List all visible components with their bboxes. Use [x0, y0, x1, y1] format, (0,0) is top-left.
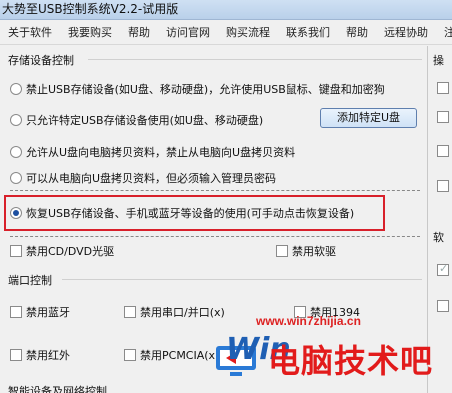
- smart-section-title: 智能设备及网络控制: [8, 385, 107, 393]
- title-bar[interactable]: 大势至USB控制系统V2.2-试用版: [0, 0, 452, 20]
- dashed-separator: [10, 190, 420, 191]
- cd-dvd-label: 禁用CD/DVD光驱: [26, 245, 115, 258]
- menu-contact[interactable]: 联系我们: [284, 22, 338, 42]
- checkbox[interactable]: [10, 245, 22, 257]
- storage-group-line: [88, 59, 422, 60]
- option-label: 恢复USB存储设备、手机或蓝牙等设备的使用(可手动点击恢复设备): [26, 207, 355, 220]
- option-label: 可以从电脑向U盘拷贝资料，但必须输入管理员密码: [26, 172, 277, 185]
- watermark-url: www.win7zhijia.cn: [256, 314, 361, 328]
- option-label: 允许从U盘向电脑拷贝资料，禁止从电脑向U盘拷贝资料: [26, 146, 296, 159]
- floppy-checkbox[interactable]: 禁用软驱: [276, 243, 336, 259]
- infrared-label: 禁用红外: [26, 349, 70, 362]
- storage-section-title: 存储设备控制: [8, 54, 74, 67]
- serial-label: 禁用串口/并口(x): [140, 306, 225, 319]
- add-usb-button[interactable]: 添加特定U盘: [320, 108, 417, 128]
- radio-button-selected[interactable]: [10, 207, 22, 219]
- infrared-checkbox[interactable]: 禁用红外: [10, 347, 70, 363]
- right-checkbox[interactable]: [437, 145, 449, 157]
- menu-purchase-process[interactable]: 购买流程: [224, 22, 278, 42]
- watermark-brand-text: 电脑技术吧: [268, 342, 434, 380]
- right-checkbox[interactable]: [437, 82, 449, 94]
- cd-dvd-checkbox[interactable]: 禁用CD/DVD光驱: [10, 243, 114, 259]
- radio-button[interactable]: [10, 146, 22, 158]
- storage-option-3[interactable]: 允许从U盘向电脑拷贝资料，禁止从电脑向U盘拷贝资料: [10, 144, 295, 160]
- dashed-separator: [10, 236, 420, 237]
- checkbox[interactable]: [10, 306, 22, 318]
- storage-option-1[interactable]: 禁止USB存储设备(如U盘、移动硬盘)，允许使用USB鼠标、键盘和加密狗: [10, 81, 385, 97]
- serial-checkbox[interactable]: 禁用串口/并口(x): [124, 304, 225, 320]
- menu-buy[interactable]: 我要购买: [66, 22, 120, 42]
- storage-option-5[interactable]: 恢复USB存储设备、手机或蓝牙等设备的使用(可手动点击恢复设备): [10, 205, 354, 221]
- menu-remote[interactable]: 远程协助: [382, 22, 436, 42]
- pcmcia-label: 禁用PCMCIA(x): [140, 349, 220, 362]
- radio-button[interactable]: [10, 83, 22, 95]
- menu-help-2[interactable]: 帮助: [344, 22, 376, 42]
- right-checkbox[interactable]: [437, 180, 449, 192]
- bluetooth-label: 禁用蓝牙: [26, 306, 70, 319]
- menu-register[interactable]: 注册: [442, 22, 452, 42]
- radio-button[interactable]: [10, 114, 22, 126]
- checkbox[interactable]: [124, 349, 136, 361]
- menu-bar: 关于软件 我要购买 帮助 访问官网 购买流程 联系我们 帮助 远程协助 注册: [0, 20, 452, 45]
- menu-about[interactable]: 关于软件: [6, 22, 60, 42]
- storage-option-4[interactable]: 可以从电脑向U盘拷贝资料，但必须输入管理员密码: [10, 170, 276, 186]
- bluetooth-checkbox[interactable]: 禁用蓝牙: [10, 304, 70, 320]
- storage-option-2[interactable]: 只允许特定USB存储设备使用(如U盘、移动硬盘): [10, 112, 263, 128]
- option-label: 禁止USB存储设备(如U盘、移动硬盘)，允许使用USB鼠标、键盘和加密狗: [26, 83, 385, 96]
- menu-website[interactable]: 访问官网: [164, 22, 218, 42]
- checkbox[interactable]: [276, 245, 288, 257]
- right-soft-label: 软: [433, 231, 444, 244]
- pcmcia-checkbox[interactable]: 禁用PCMCIA(x): [124, 347, 219, 363]
- floppy-label: 禁用软驱: [292, 245, 336, 258]
- checkbox[interactable]: [10, 349, 22, 361]
- port-section-title: 端口控制: [8, 274, 52, 287]
- right-ops-label: 操: [433, 54, 444, 67]
- checkbox[interactable]: [124, 306, 136, 318]
- right-checkbox[interactable]: [437, 111, 449, 123]
- menu-help[interactable]: 帮助: [126, 22, 158, 42]
- window-title: 大势至USB控制系统V2.2-试用版: [2, 2, 179, 16]
- option-label: 只允许特定USB存储设备使用(如U盘、移动硬盘): [26, 114, 264, 127]
- radio-button[interactable]: [10, 172, 22, 184]
- port-group-line: [62, 279, 422, 280]
- right-checkbox[interactable]: [437, 300, 449, 312]
- right-checkbox[interactable]: [437, 262, 449, 276]
